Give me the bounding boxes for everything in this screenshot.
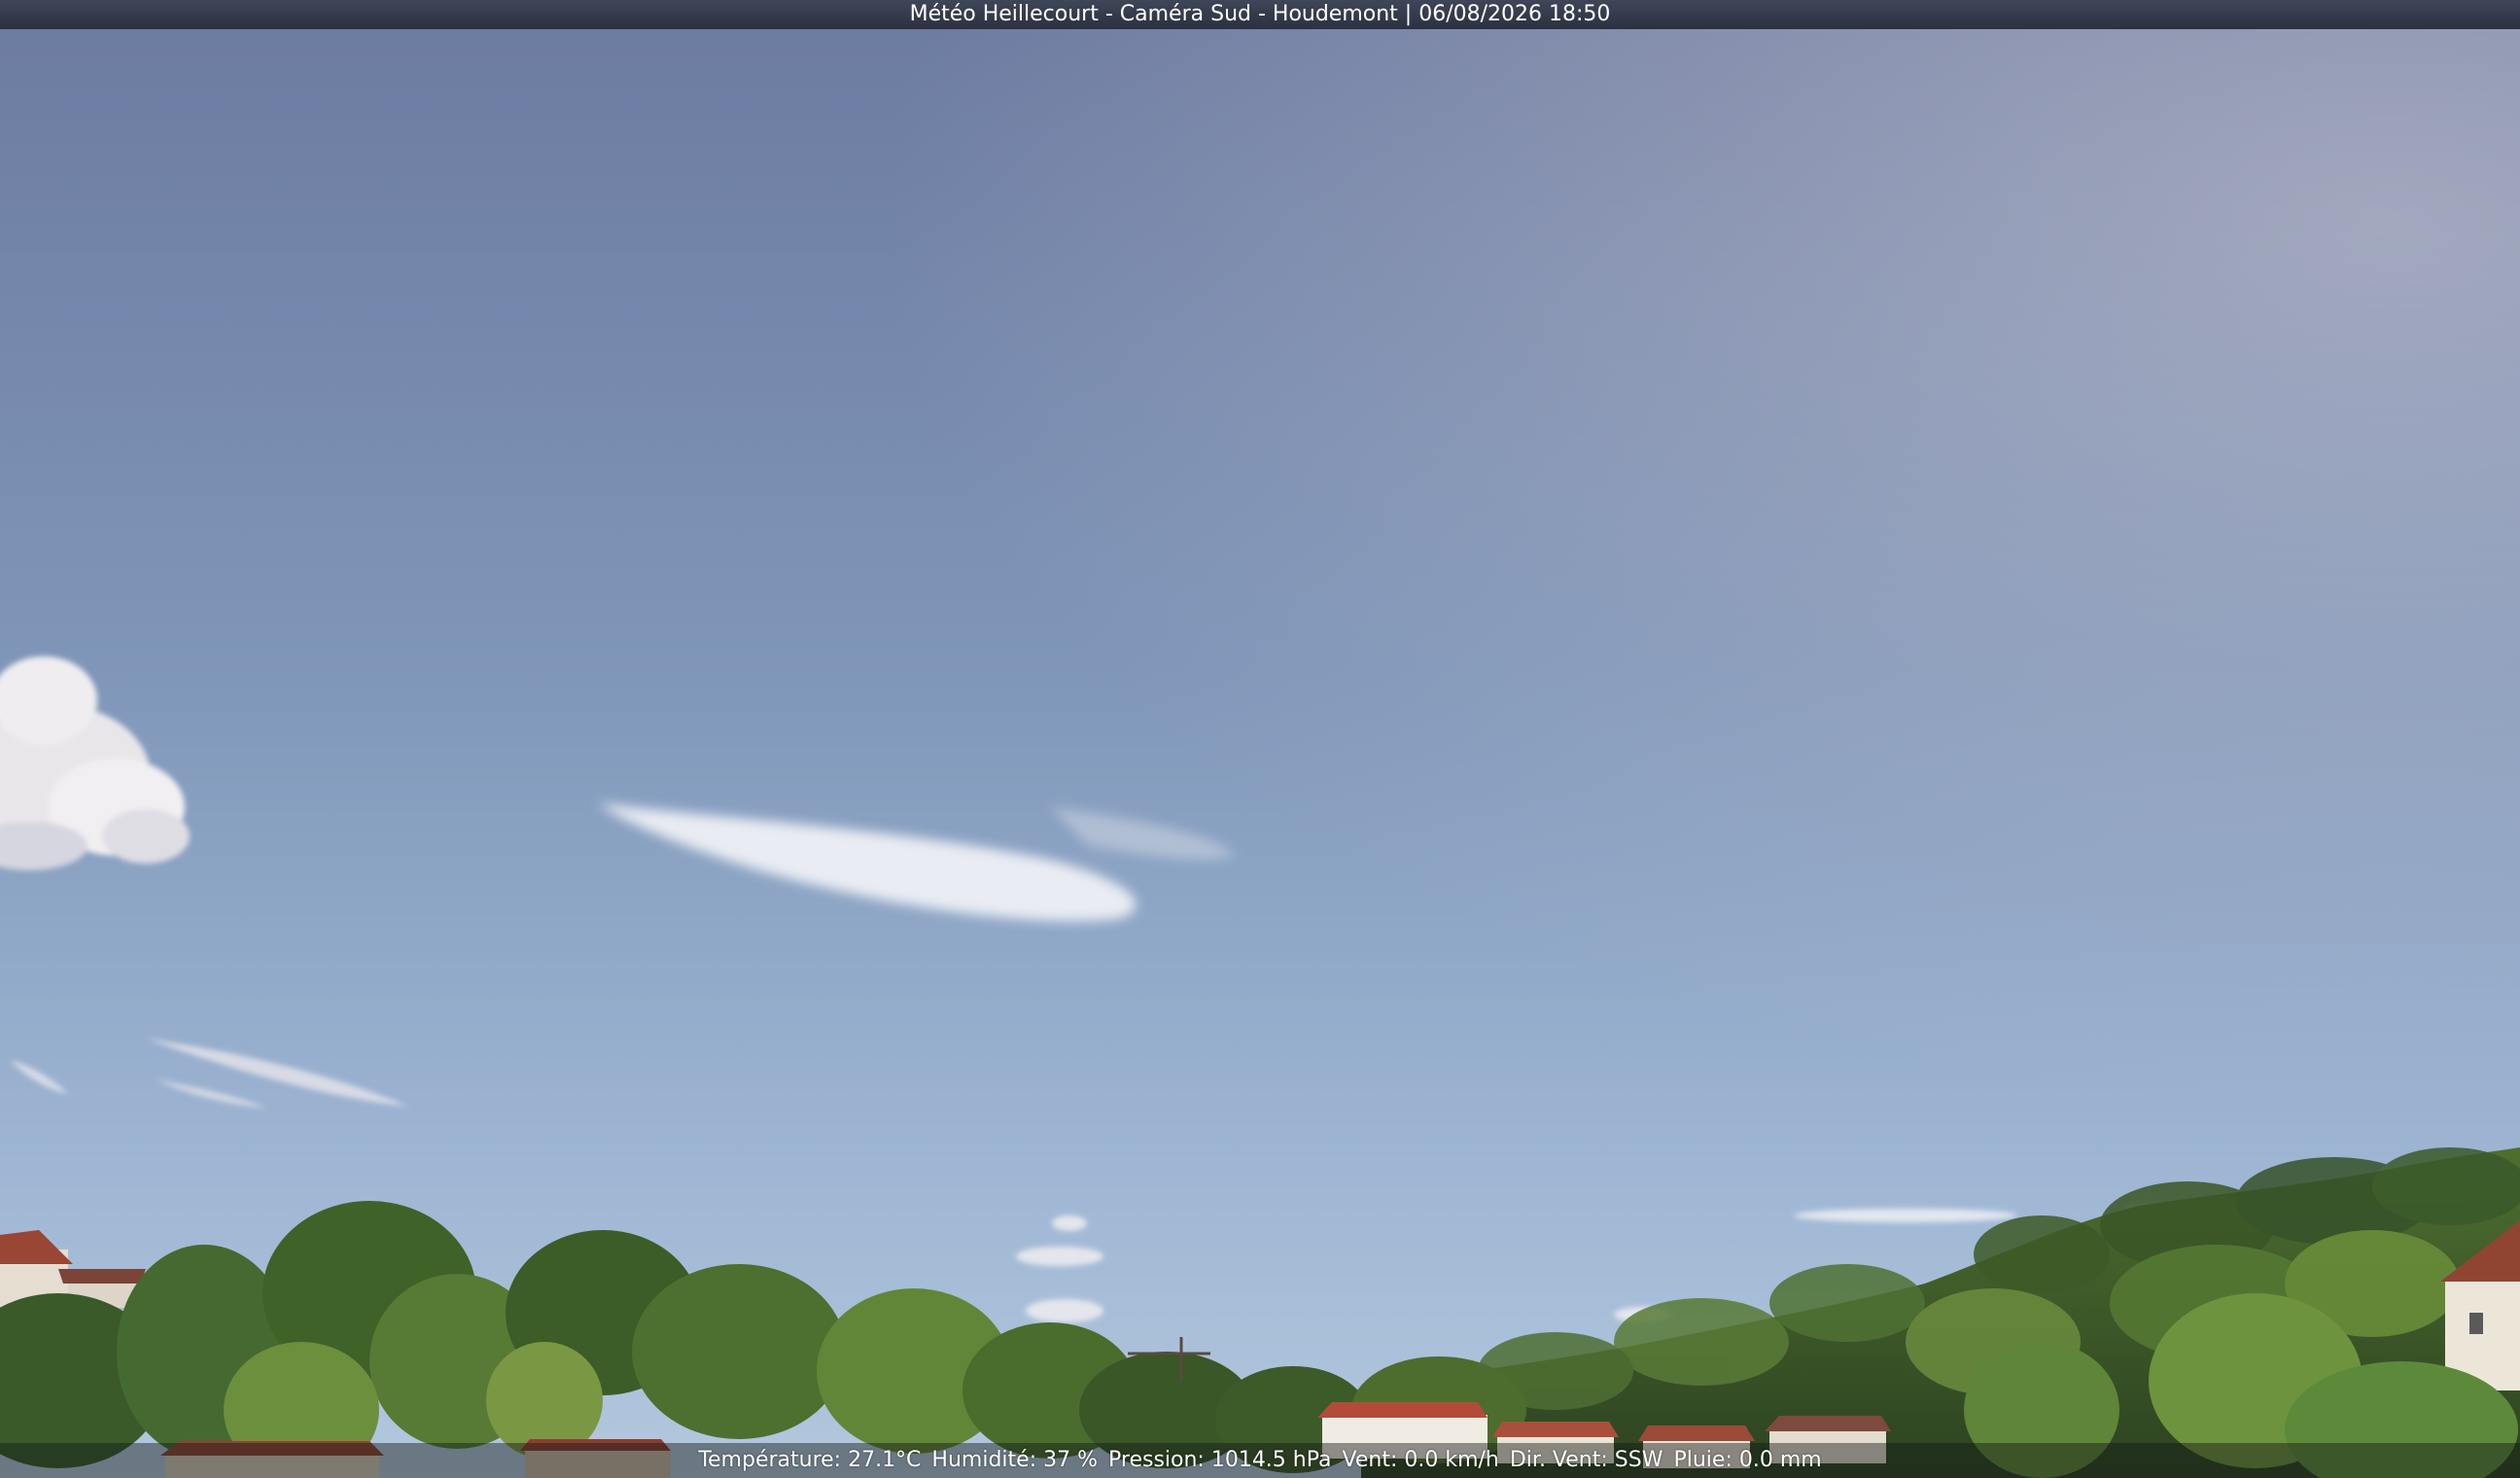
temperature-text: Température: 27.1°C (698, 1448, 922, 1472)
wind-text: Vent: 0.0 km/h (1342, 1448, 1499, 1472)
pressure-text: Pression: 1014.5 hPa (1108, 1448, 1332, 1472)
title-bar: Météo Heillecourt - Caméra Sud - Houdemo… (0, 0, 2520, 29)
webcam-scene (0, 0, 2520, 1478)
humidity-text: Humidité: 37 % (931, 1448, 1098, 1472)
title-text: Météo Heillecourt - Caméra Sud - Houdemo… (909, 2, 1611, 26)
webcam-image: Météo Heillecourt - Caméra Sud - Houdemo… (0, 0, 2520, 1478)
rain-text: Pluie: 0.0 mm (1673, 1448, 1822, 1472)
wind-direction-text: Dir. Vent: SSW (1509, 1448, 1663, 1472)
weather-overlay: Température: 27.1°C Humidité: 37 % Press… (0, 1443, 2520, 1478)
